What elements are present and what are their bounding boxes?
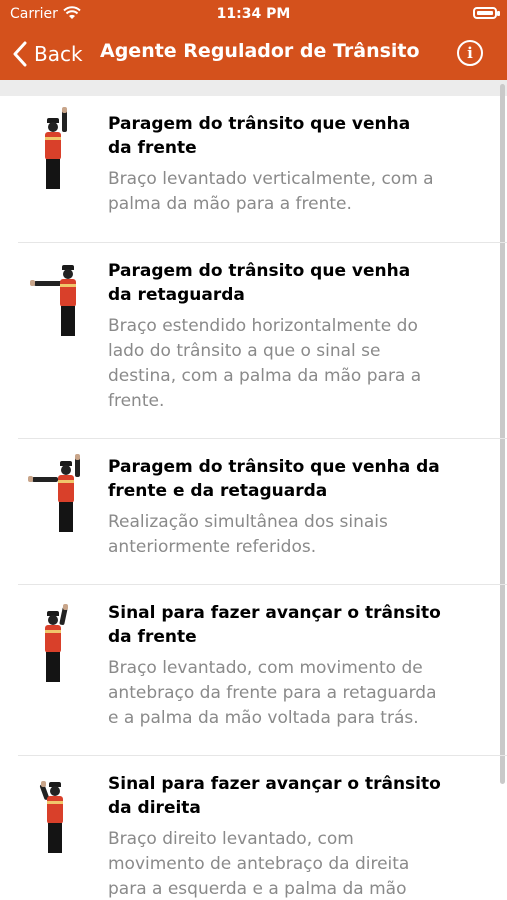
back-button[interactable]: Back bbox=[12, 38, 83, 70]
info-button[interactable]: i bbox=[457, 40, 483, 66]
signal-description: Braço levantado verticalmente, com a palm… bbox=[108, 169, 434, 214]
signals-list: Paragem do trânsito que venha da frente B… bbox=[0, 96, 507, 900]
list-item[interactable]: Sinal para fazer avançar o trânsito da fr… bbox=[18, 585, 507, 756]
list-top-spacer bbox=[0, 80, 507, 96]
info-icon: i bbox=[467, 44, 473, 62]
signal-title: Sinal para fazer avançar o trânsito da di… bbox=[108, 774, 441, 818]
back-label: Back bbox=[34, 42, 83, 66]
status-bar: Carrier 11:34 PM bbox=[0, 0, 507, 28]
signal-title: Paragem do trânsito que venha da frente bbox=[108, 114, 411, 158]
battery-icon bbox=[473, 7, 500, 19]
officer-stop-front-figure bbox=[20, 107, 100, 202]
list-item[interactable]: Paragem do trânsito que venha da retaguar… bbox=[18, 243, 507, 439]
signal-title: Paragem do trânsito que venha da frente e… bbox=[108, 457, 440, 501]
officer-advance-front-figure bbox=[20, 604, 100, 695]
signal-description: Braço estendido horizontalmente do lado d… bbox=[108, 316, 422, 411]
chevron-left-icon bbox=[13, 41, 27, 67]
signal-description: Braço levantado, com movimento de antebra… bbox=[108, 658, 437, 728]
navigation-bar: Back Agente Regulador de Trânsito i bbox=[0, 28, 507, 80]
signal-title: Paragem do trânsito que venha da retaguar… bbox=[108, 261, 411, 305]
list-item[interactable]: Paragem do trânsito que venha da frente B… bbox=[18, 96, 507, 243]
signal-title: Sinal para fazer avançar o trânsito da fr… bbox=[108, 603, 441, 647]
status-time: 11:34 PM bbox=[216, 6, 291, 22]
signal-description: Realização simultânea dos sinais anterior… bbox=[108, 512, 388, 557]
header-bar: Carrier 11:34 PM Back Agente Regulador d… bbox=[0, 0, 507, 80]
list-item[interactable]: Paragem do trânsito que venha da frente e… bbox=[18, 439, 507, 585]
page-title: Agente Regulador de Trânsito bbox=[100, 40, 420, 62]
list-item[interactable]: Sinal para fazer avançar o trânsito da di… bbox=[18, 756, 507, 900]
officer-advance-right-figure bbox=[20, 776, 100, 866]
signal-description: Braço direito levantado, com movimento de… bbox=[108, 829, 410, 899]
officer-stop-both-figure bbox=[20, 454, 100, 545]
officer-stop-rear-figure bbox=[20, 259, 100, 349]
